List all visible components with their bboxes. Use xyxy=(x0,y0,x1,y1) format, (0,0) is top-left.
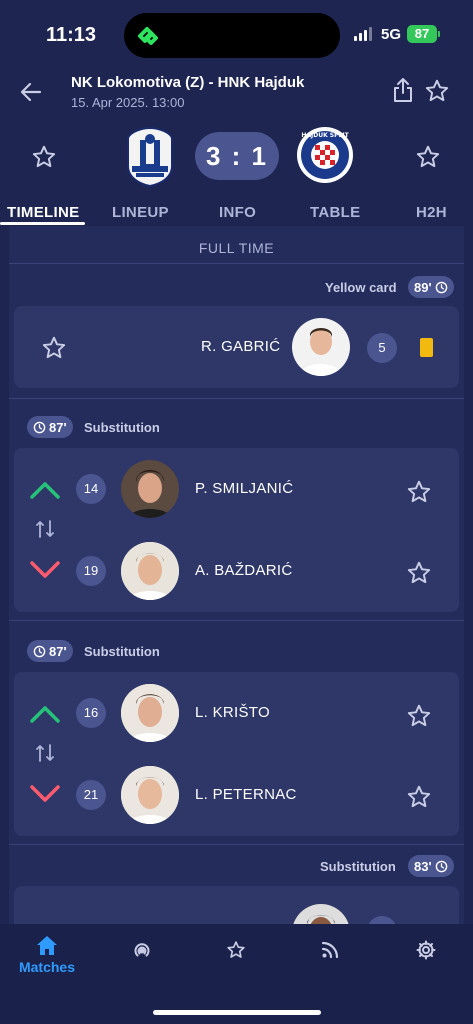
sub-in-arrow-icon xyxy=(30,482,60,499)
back-arrow-icon[interactable] xyxy=(18,80,44,104)
bottom-navigation: Matches xyxy=(0,924,473,1024)
battery-tip xyxy=(438,31,440,37)
event-minute: 87' xyxy=(49,419,67,435)
substitution-swap-icon xyxy=(36,520,54,538)
network-type: 5G xyxy=(381,26,402,43)
player-in-name: P. SMILJANIĆ xyxy=(195,480,294,497)
favorite-player-icon[interactable] xyxy=(406,784,432,810)
tab-info[interactable]: INFO xyxy=(219,204,256,221)
nav-live[interactable] xyxy=(130,940,154,967)
status-bar: 11:13 5G 87 xyxy=(0,0,473,62)
hajduk-crest-icon[interactable]: HAJDUK SPLIT xyxy=(296,126,354,184)
player-out-name: L. PETERNAC xyxy=(195,786,297,803)
settings-icon xyxy=(416,940,436,960)
event-minute-badge: 89' xyxy=(408,276,454,298)
event-card-yellow[interactable]: R. GABRIĆ 5 xyxy=(14,306,459,388)
favorite-home-team-icon[interactable] xyxy=(31,144,57,170)
event-type-label: Substitution xyxy=(84,420,160,435)
event-minute: 87' xyxy=(49,643,67,659)
lokomotiva-crest-icon[interactable] xyxy=(124,126,176,188)
clock-icon xyxy=(435,860,447,872)
divider xyxy=(9,398,464,399)
home-indicator[interactable] xyxy=(153,1010,321,1015)
favorite-player-icon[interactable] xyxy=(406,703,432,729)
favorite-player-icon[interactable] xyxy=(41,335,67,361)
event-type-label: Substitution xyxy=(84,644,160,659)
favorite-match-icon[interactable] xyxy=(424,78,450,104)
nav-matches[interactable]: Matches xyxy=(15,934,79,975)
nav-favorites[interactable] xyxy=(225,940,247,965)
tab-table[interactable]: TABLE xyxy=(310,204,360,221)
player-out-avatar[interactable] xyxy=(121,766,179,824)
event-type-label: Yellow card xyxy=(325,280,397,295)
nav-news[interactable] xyxy=(320,941,340,964)
substitution-swap-icon xyxy=(36,744,54,762)
event-minute-badge: 87' xyxy=(27,640,73,662)
clock-icon xyxy=(33,421,46,433)
clock-icon xyxy=(435,281,447,293)
event-minute-badge: 87' xyxy=(27,416,73,438)
event-minute-badge: 83' xyxy=(408,855,454,877)
active-tab-indicator xyxy=(0,222,85,225)
player-number: 5 xyxy=(367,333,397,363)
player-out-number: 21 xyxy=(76,780,106,810)
favorite-player-icon[interactable] xyxy=(406,560,432,586)
player-out-avatar[interactable] xyxy=(121,542,179,600)
match-header: NK Lokomotiva (Z) - HNK Hajduk 15. Apr 2… xyxy=(0,62,473,122)
battery-icon: 87 xyxy=(407,25,437,43)
dynamic-island xyxy=(124,13,340,58)
tab-timeline[interactable]: TIMELINE xyxy=(7,204,79,221)
nav-settings[interactable] xyxy=(415,940,437,965)
match-score: 3 : 1 xyxy=(195,132,279,180)
player-number xyxy=(367,916,397,924)
sub-in-arrow-icon xyxy=(30,706,60,723)
sub-out-arrow-icon xyxy=(30,785,60,802)
match-date: 15. Apr 2025. 13:00 xyxy=(71,95,185,110)
event-minute: 83' xyxy=(414,858,432,874)
tab-h2h[interactable]: H2H xyxy=(416,204,447,221)
favorites-icon xyxy=(227,941,245,958)
hajduk-crest-text: HAJDUK SPLIT xyxy=(301,132,349,139)
match-status: FULL TIME xyxy=(198,240,275,256)
player-in-avatar[interactable] xyxy=(121,684,179,742)
scoreboard: 3 : 1 HAJDUK SPLIT xyxy=(0,122,473,196)
event-type-label: Substitution xyxy=(320,859,396,874)
live-icon xyxy=(134,943,150,957)
tab-lineup[interactable]: LINEUP xyxy=(112,204,169,221)
player-in-number: 14 xyxy=(76,474,106,504)
nav-matches-label: Matches xyxy=(18,959,76,975)
player-in-number: 16 xyxy=(76,698,106,728)
divider xyxy=(9,844,464,845)
event-card-substitution[interactable] xyxy=(14,886,459,924)
player-out-name: A. BAŽDARIĆ xyxy=(195,562,293,579)
event-card-substitution[interactable]: 16 L. KRIŠTO 21 L. PETERNAC xyxy=(14,672,459,836)
player-name: R. GABRIĆ xyxy=(201,338,281,355)
event-card-substitution[interactable]: 14 P. SMILJANIĆ 19 A. BAŽDARIĆ xyxy=(14,448,459,612)
favorite-player-icon[interactable] xyxy=(406,479,432,505)
share-icon[interactable] xyxy=(391,76,415,104)
player-in-name: L. KRIŠTO xyxy=(195,704,270,721)
player-avatar[interactable] xyxy=(292,904,350,924)
player-in-avatar[interactable] xyxy=(121,460,179,518)
home-icon xyxy=(37,936,57,955)
divider xyxy=(9,263,464,264)
divider xyxy=(9,620,464,621)
match-title: NK Lokomotiva (Z) - HNK Hajduk xyxy=(71,74,305,91)
yellow-card-icon xyxy=(420,338,433,357)
news-icon xyxy=(321,941,339,959)
clock-icon xyxy=(33,645,46,657)
player-out-number: 19 xyxy=(76,556,106,586)
event-minute: 89' xyxy=(414,279,432,295)
status-time: 11:13 xyxy=(46,24,97,46)
app-link-icon xyxy=(138,27,158,45)
sub-out-arrow-icon xyxy=(30,561,60,578)
favorite-away-team-icon[interactable] xyxy=(415,144,441,170)
match-tabs: TIMELINE LINEUP INFO TABLE H2H xyxy=(0,200,473,226)
timeline-list[interactable]: FULL TIME Yellow card 89' R. GABRIĆ 5 87… xyxy=(9,226,464,924)
player-avatar[interactable] xyxy=(292,318,350,376)
signal-icon xyxy=(354,27,372,41)
